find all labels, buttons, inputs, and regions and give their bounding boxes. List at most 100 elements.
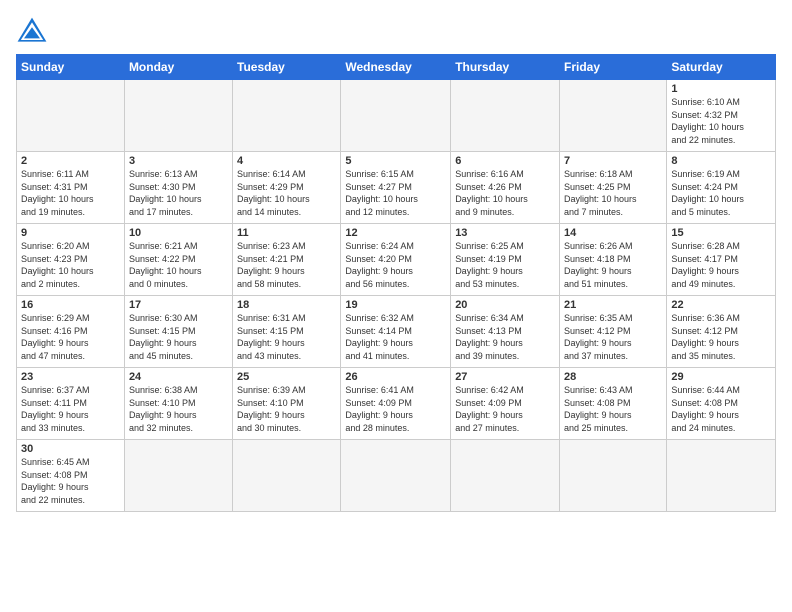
day-info: Sunrise: 6:19 AM Sunset: 4:24 PM Dayligh… [671, 168, 771, 218]
calendar-cell [233, 80, 341, 152]
day-number: 15 [671, 227, 771, 239]
day-info: Sunrise: 6:39 AM Sunset: 4:10 PM Dayligh… [237, 384, 336, 434]
day-number: 8 [671, 155, 771, 167]
day-number: 13 [455, 227, 555, 239]
calendar-cell [341, 440, 451, 512]
calendar-cell: 2Sunrise: 6:11 AM Sunset: 4:31 PM Daylig… [17, 152, 125, 224]
calendar-cell: 24Sunrise: 6:38 AM Sunset: 4:10 PM Dayli… [124, 368, 232, 440]
logo-icon [16, 16, 48, 44]
day-number: 2 [21, 155, 120, 167]
calendar-cell: 13Sunrise: 6:25 AM Sunset: 4:19 PM Dayli… [451, 224, 560, 296]
day-number: 6 [455, 155, 555, 167]
calendar-cell: 8Sunrise: 6:19 AM Sunset: 4:24 PM Daylig… [667, 152, 776, 224]
day-number: 29 [671, 371, 771, 383]
calendar-cell: 29Sunrise: 6:44 AM Sunset: 4:08 PM Dayli… [667, 368, 776, 440]
day-info: Sunrise: 6:14 AM Sunset: 4:29 PM Dayligh… [237, 168, 336, 218]
day-info: Sunrise: 6:29 AM Sunset: 4:16 PM Dayligh… [21, 312, 120, 362]
calendar-cell: 30Sunrise: 6:45 AM Sunset: 4:08 PM Dayli… [17, 440, 125, 512]
calendar-cell [124, 80, 232, 152]
calendar-cell [560, 80, 667, 152]
day-number: 11 [237, 227, 336, 239]
day-number: 24 [129, 371, 228, 383]
day-number: 1 [671, 83, 771, 95]
calendar-cell: 7Sunrise: 6:18 AM Sunset: 4:25 PM Daylig… [560, 152, 667, 224]
calendar-cell: 17Sunrise: 6:30 AM Sunset: 4:15 PM Dayli… [124, 296, 232, 368]
calendar-cell: 6Sunrise: 6:16 AM Sunset: 4:26 PM Daylig… [451, 152, 560, 224]
day-number: 14 [564, 227, 662, 239]
calendar-cell: 21Sunrise: 6:35 AM Sunset: 4:12 PM Dayli… [560, 296, 667, 368]
calendar-cell: 3Sunrise: 6:13 AM Sunset: 4:30 PM Daylig… [124, 152, 232, 224]
day-info: Sunrise: 6:10 AM Sunset: 4:32 PM Dayligh… [671, 96, 771, 146]
day-number: 4 [237, 155, 336, 167]
day-number: 12 [345, 227, 446, 239]
day-number: 16 [21, 299, 120, 311]
day-info: Sunrise: 6:31 AM Sunset: 4:15 PM Dayligh… [237, 312, 336, 362]
weekday-header: Wednesday [341, 55, 451, 80]
day-number: 7 [564, 155, 662, 167]
calendar-cell: 16Sunrise: 6:29 AM Sunset: 4:16 PM Dayli… [17, 296, 125, 368]
calendar-cell: 12Sunrise: 6:24 AM Sunset: 4:20 PM Dayli… [341, 224, 451, 296]
calendar-table: SundayMondayTuesdayWednesdayThursdayFrid… [16, 54, 776, 512]
day-info: Sunrise: 6:23 AM Sunset: 4:21 PM Dayligh… [237, 240, 336, 290]
calendar-cell: 10Sunrise: 6:21 AM Sunset: 4:22 PM Dayli… [124, 224, 232, 296]
day-number: 28 [564, 371, 662, 383]
day-info: Sunrise: 6:28 AM Sunset: 4:17 PM Dayligh… [671, 240, 771, 290]
calendar-cell: 28Sunrise: 6:43 AM Sunset: 4:08 PM Dayli… [560, 368, 667, 440]
day-info: Sunrise: 6:24 AM Sunset: 4:20 PM Dayligh… [345, 240, 446, 290]
header [16, 16, 776, 44]
day-info: Sunrise: 6:30 AM Sunset: 4:15 PM Dayligh… [129, 312, 228, 362]
day-info: Sunrise: 6:18 AM Sunset: 4:25 PM Dayligh… [564, 168, 662, 218]
calendar-cell: 1Sunrise: 6:10 AM Sunset: 4:32 PM Daylig… [667, 80, 776, 152]
day-number: 21 [564, 299, 662, 311]
calendar-cell [341, 80, 451, 152]
day-number: 20 [455, 299, 555, 311]
day-info: Sunrise: 6:41 AM Sunset: 4:09 PM Dayligh… [345, 384, 446, 434]
day-number: 30 [21, 443, 120, 455]
day-number: 19 [345, 299, 446, 311]
day-info: Sunrise: 6:20 AM Sunset: 4:23 PM Dayligh… [21, 240, 120, 290]
day-number: 9 [21, 227, 120, 239]
calendar-cell [451, 80, 560, 152]
day-info: Sunrise: 6:32 AM Sunset: 4:14 PM Dayligh… [345, 312, 446, 362]
day-number: 22 [671, 299, 771, 311]
calendar-cell [667, 440, 776, 512]
day-info: Sunrise: 6:42 AM Sunset: 4:09 PM Dayligh… [455, 384, 555, 434]
calendar-cell: 14Sunrise: 6:26 AM Sunset: 4:18 PM Dayli… [560, 224, 667, 296]
day-number: 3 [129, 155, 228, 167]
day-info: Sunrise: 6:15 AM Sunset: 4:27 PM Dayligh… [345, 168, 446, 218]
weekday-header: Friday [560, 55, 667, 80]
weekday-header: Thursday [451, 55, 560, 80]
day-info: Sunrise: 6:21 AM Sunset: 4:22 PM Dayligh… [129, 240, 228, 290]
day-info: Sunrise: 6:11 AM Sunset: 4:31 PM Dayligh… [21, 168, 120, 218]
day-info: Sunrise: 6:25 AM Sunset: 4:19 PM Dayligh… [455, 240, 555, 290]
page: SundayMondayTuesdayWednesdayThursdayFrid… [0, 0, 792, 612]
calendar-cell: 11Sunrise: 6:23 AM Sunset: 4:21 PM Dayli… [233, 224, 341, 296]
calendar-cell [451, 440, 560, 512]
day-number: 26 [345, 371, 446, 383]
calendar-cell: 20Sunrise: 6:34 AM Sunset: 4:13 PM Dayli… [451, 296, 560, 368]
calendar-cell: 15Sunrise: 6:28 AM Sunset: 4:17 PM Dayli… [667, 224, 776, 296]
calendar-cell: 22Sunrise: 6:36 AM Sunset: 4:12 PM Dayli… [667, 296, 776, 368]
day-info: Sunrise: 6:13 AM Sunset: 4:30 PM Dayligh… [129, 168, 228, 218]
day-number: 10 [129, 227, 228, 239]
day-info: Sunrise: 6:35 AM Sunset: 4:12 PM Dayligh… [564, 312, 662, 362]
day-number: 17 [129, 299, 228, 311]
calendar-cell: 4Sunrise: 6:14 AM Sunset: 4:29 PM Daylig… [233, 152, 341, 224]
day-info: Sunrise: 6:43 AM Sunset: 4:08 PM Dayligh… [564, 384, 662, 434]
calendar-cell: 5Sunrise: 6:15 AM Sunset: 4:27 PM Daylig… [341, 152, 451, 224]
calendar-cell [17, 80, 125, 152]
day-number: 23 [21, 371, 120, 383]
calendar-cell: 27Sunrise: 6:42 AM Sunset: 4:09 PM Dayli… [451, 368, 560, 440]
weekday-header: Monday [124, 55, 232, 80]
calendar-cell: 18Sunrise: 6:31 AM Sunset: 4:15 PM Dayli… [233, 296, 341, 368]
day-number: 5 [345, 155, 446, 167]
calendar-cell: 25Sunrise: 6:39 AM Sunset: 4:10 PM Dayli… [233, 368, 341, 440]
logo [16, 16, 52, 44]
calendar-cell: 9Sunrise: 6:20 AM Sunset: 4:23 PM Daylig… [17, 224, 125, 296]
weekday-header: Saturday [667, 55, 776, 80]
weekday-header: Tuesday [233, 55, 341, 80]
calendar-cell: 26Sunrise: 6:41 AM Sunset: 4:09 PM Dayli… [341, 368, 451, 440]
day-info: Sunrise: 6:26 AM Sunset: 4:18 PM Dayligh… [564, 240, 662, 290]
calendar-cell [124, 440, 232, 512]
calendar-cell [560, 440, 667, 512]
